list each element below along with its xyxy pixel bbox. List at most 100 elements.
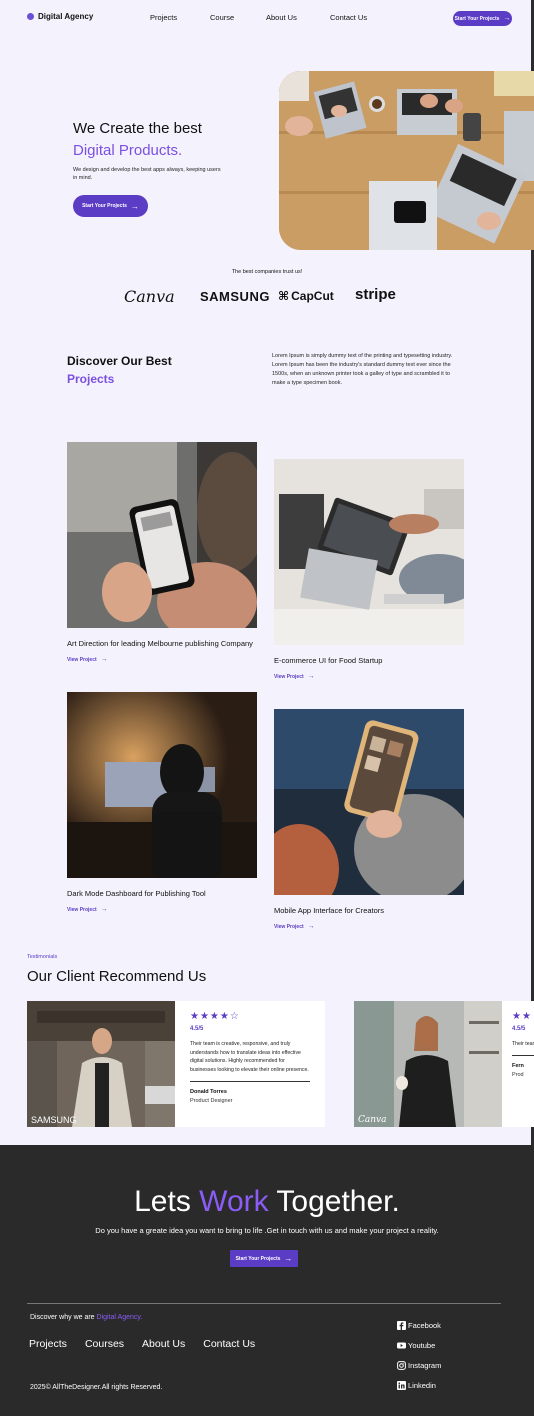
- social-label-youtube: Youtube: [408, 1341, 436, 1350]
- logo-canva: Canva: [124, 287, 175, 306]
- view-project-label: View Project: [67, 656, 97, 663]
- project-image-phone-photos: [274, 709, 464, 895]
- arrow-right-icon: →: [307, 673, 315, 680]
- footer-link-contact[interactable]: Contact Us: [203, 1338, 255, 1350]
- hero-start-project-label: Start Your Projects: [82, 203, 127, 209]
- testimonial-role: Product Designer: [190, 1097, 233, 1104]
- logo-capcut-text: CapCut: [291, 289, 334, 303]
- testimonial-photo: Canva: [354, 1001, 502, 1127]
- arrow-right-icon: →: [503, 15, 511, 22]
- social-label-instagram: Instagram: [408, 1361, 442, 1370]
- arrow-right-icon: →: [307, 923, 315, 930]
- discover-description: Lorem Ipsum is simply dummy text of the …: [272, 353, 453, 386]
- footer-start-project-label: Start Your Projects: [235, 1255, 281, 1262]
- testimonial-company-logo: Canva: [358, 1115, 387, 1125]
- social-link-instagram[interactable]: Instagram: [397, 1361, 441, 1370]
- hero-start-project-button[interactable]: Start Your Projects →: [73, 195, 148, 217]
- project-image-dark-desk: [67, 692, 257, 878]
- view-project-link[interactable]: View Project →: [67, 906, 257, 913]
- discover-title-line1: Discover Our Best: [67, 354, 172, 368]
- logo-samsung: SAMSUNG: [200, 289, 270, 304]
- footer-link-about[interactable]: About Us: [142, 1338, 185, 1350]
- youtube-icon: [397, 1341, 406, 1350]
- hero-title-line1: We Create the best: [73, 120, 202, 137]
- testimonial-card: SAMSUNG ★★★★☆ 4.5/5 Their team is creati…: [27, 1001, 325, 1127]
- footer-why-accent: Digital Agency.: [96, 1314, 143, 1321]
- discover-title-line2: Projects: [67, 372, 115, 386]
- testimonial-company-logo: SAMSUNG: [31, 1115, 77, 1125]
- hero-description: We design and develop the best apps alwa…: [73, 167, 221, 181]
- social-label-linkedin: Linkedin: [408, 1381, 436, 1390]
- brand[interactable]: Digital Agency: [27, 12, 93, 21]
- footer: Lets Work Together. Do you have a greate…: [0, 1145, 534, 1416]
- nav-link-course[interactable]: Course: [210, 13, 234, 22]
- arrow-right-icon: →: [100, 906, 108, 913]
- testimonial-body: ★★ 4.5/5 Their team is creative, respons…: [502, 1001, 534, 1127]
- arrow-right-icon: →: [284, 1254, 293, 1263]
- view-project-label: View Project: [274, 923, 304, 930]
- view-project-link[interactable]: View Project →: [67, 656, 257, 663]
- logo-stripe: stripe: [355, 286, 396, 303]
- footer-heading-post: Together.: [268, 1185, 400, 1218]
- nav-link-projects[interactable]: Projects: [150, 13, 177, 22]
- footer-start-project-button[interactable]: Start Your Projects →: [230, 1250, 298, 1267]
- project-card: Dark Mode Dashboard for Publishing Tool …: [67, 692, 257, 913]
- arrow-right-icon: →: [100, 656, 108, 663]
- footer-heading-accent: Work: [199, 1185, 269, 1218]
- nav-start-project-label: Start Your Projects: [454, 15, 500, 22]
- arrow-right-icon: →: [130, 201, 139, 211]
- project-title: Art Direction for leading Melbourne publ…: [67, 639, 253, 648]
- project-title: E-commerce UI for Food Startup: [274, 656, 383, 665]
- linkedin-icon: [397, 1381, 406, 1390]
- capcut-mark-icon: ⌘: [278, 289, 290, 303]
- project-card: Art Direction for leading Melbourne publ…: [67, 442, 257, 663]
- rating-stars-icon: ★★: [512, 1011, 532, 1022]
- rating-stars-icon: ★★★★☆: [190, 1011, 240, 1022]
- testimonial-card: Canva ★★ 4.5/5 Their team is creative, r…: [354, 1001, 534, 1127]
- nav-link-about[interactable]: About Us: [266, 13, 297, 22]
- view-project-link[interactable]: View Project →: [274, 673, 464, 680]
- social-link-linkedin[interactable]: Linkedin: [397, 1381, 436, 1390]
- instagram-icon: [397, 1361, 406, 1370]
- brand-name: Digital Agency: [38, 12, 94, 21]
- hero-image-laptops-on-table: [279, 71, 534, 250]
- view-project-link[interactable]: View Project →: [274, 923, 464, 930]
- footer-link-courses[interactable]: Courses: [85, 1338, 124, 1350]
- testimonial-quote: Their team is creative, responsive, and …: [512, 1041, 534, 1047]
- brand-dot-icon: [27, 13, 34, 20]
- divider: [512, 1054, 534, 1056]
- project-image-phone-in-hands: [67, 442, 257, 628]
- testimonials-label: Testimonials: [27, 954, 58, 960]
- view-project-label: View Project: [67, 906, 97, 913]
- rating-value: 4.5/5: [512, 1026, 526, 1032]
- project-card: E-commerce UI for Food Startup View Proj…: [274, 459, 464, 680]
- view-project-label: View Project: [274, 673, 304, 680]
- project-image-tablet-handover: [274, 459, 464, 645]
- testimonial-author: Donald Torres: [190, 1088, 227, 1095]
- project-card: Mobile App Interface for Creators View P…: [274, 709, 464, 930]
- footer-divider: [27, 1303, 501, 1304]
- testimonial-author: Fern: [512, 1062, 524, 1069]
- social-link-facebook[interactable]: Facebook: [397, 1321, 441, 1330]
- footer-heading-pre: Lets: [134, 1185, 200, 1218]
- divider: [190, 1080, 310, 1082]
- testimonial-role: Prod: [512, 1071, 524, 1078]
- testimonial-quote: Their team is creative, responsive, and …: [190, 1041, 309, 1074]
- social-link-youtube[interactable]: Youtube: [397, 1341, 435, 1350]
- footer-why-pre: Discover why we are: [30, 1314, 97, 1321]
- footer-why: Discover why we are Digital Agency.: [30, 1314, 142, 1321]
- testimonials-title: Our Client Recommend Us: [27, 968, 207, 985]
- hero-title-line2: Digital Products.: [73, 142, 183, 159]
- testimonial-body: ★★★★☆ 4.5/5 Their team is creative, resp…: [175, 1001, 325, 1127]
- nav-start-project-button[interactable]: Start Your Projects →: [453, 11, 512, 26]
- facebook-icon: [397, 1321, 406, 1330]
- testimonial-photo: SAMSUNG: [27, 1001, 175, 1127]
- project-title: Mobile App Interface for Creators: [274, 906, 385, 915]
- trust-label: The best companies trust us!: [231, 269, 303, 275]
- footer-links: Projects Courses About Us Contact Us: [29, 1338, 255, 1350]
- footer-subtitle: Do you have a greate idea you want to br…: [95, 1226, 439, 1235]
- footer-copyright: 2025© AllTheDesigner.All rights Reserved…: [30, 1384, 163, 1391]
- footer-link-projects[interactable]: Projects: [29, 1338, 67, 1350]
- nav-link-contact[interactable]: Contact Us: [330, 13, 367, 22]
- footer-heading: Lets Work Together.: [0, 1185, 534, 1219]
